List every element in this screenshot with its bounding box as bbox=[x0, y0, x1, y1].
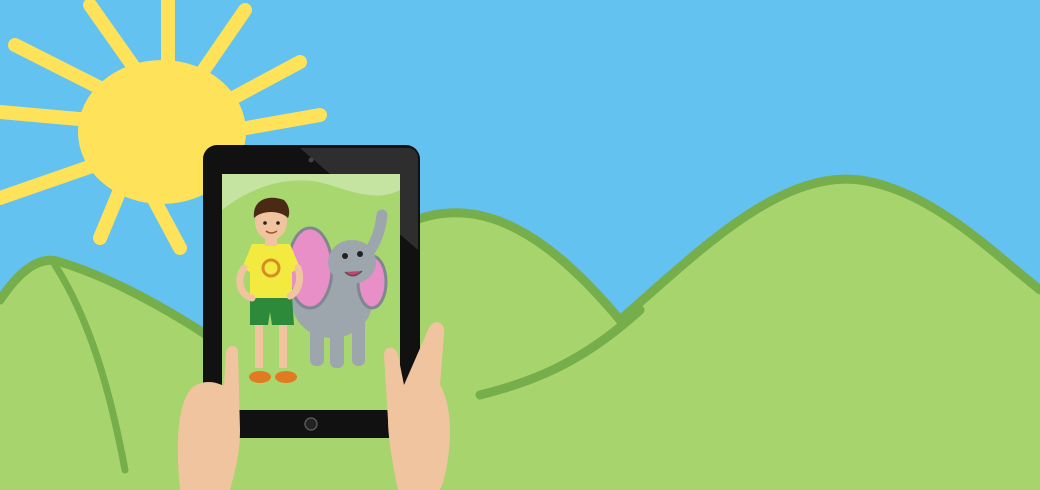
boy-eye-right bbox=[276, 221, 280, 225]
elephant-leg-1 bbox=[310, 320, 324, 366]
home-button[interactable] bbox=[304, 417, 318, 431]
elephant-leg-2 bbox=[330, 322, 344, 368]
elephant-eye-left bbox=[342, 253, 348, 259]
boy-eye-left bbox=[263, 221, 267, 225]
scene-svg bbox=[0, 0, 1040, 490]
boy-leg-left bbox=[255, 320, 263, 368]
boy-shirt bbox=[242, 244, 300, 298]
illustration-scene bbox=[0, 0, 1040, 490]
boy-shoe-left bbox=[249, 371, 271, 383]
tablet-camera bbox=[308, 157, 314, 163]
elephant-leg-3 bbox=[352, 318, 365, 366]
boy-shorts bbox=[250, 296, 294, 325]
boy-leg-right bbox=[279, 320, 287, 368]
elephant-eye-right bbox=[357, 251, 363, 257]
boy-shoe-right bbox=[275, 371, 297, 383]
